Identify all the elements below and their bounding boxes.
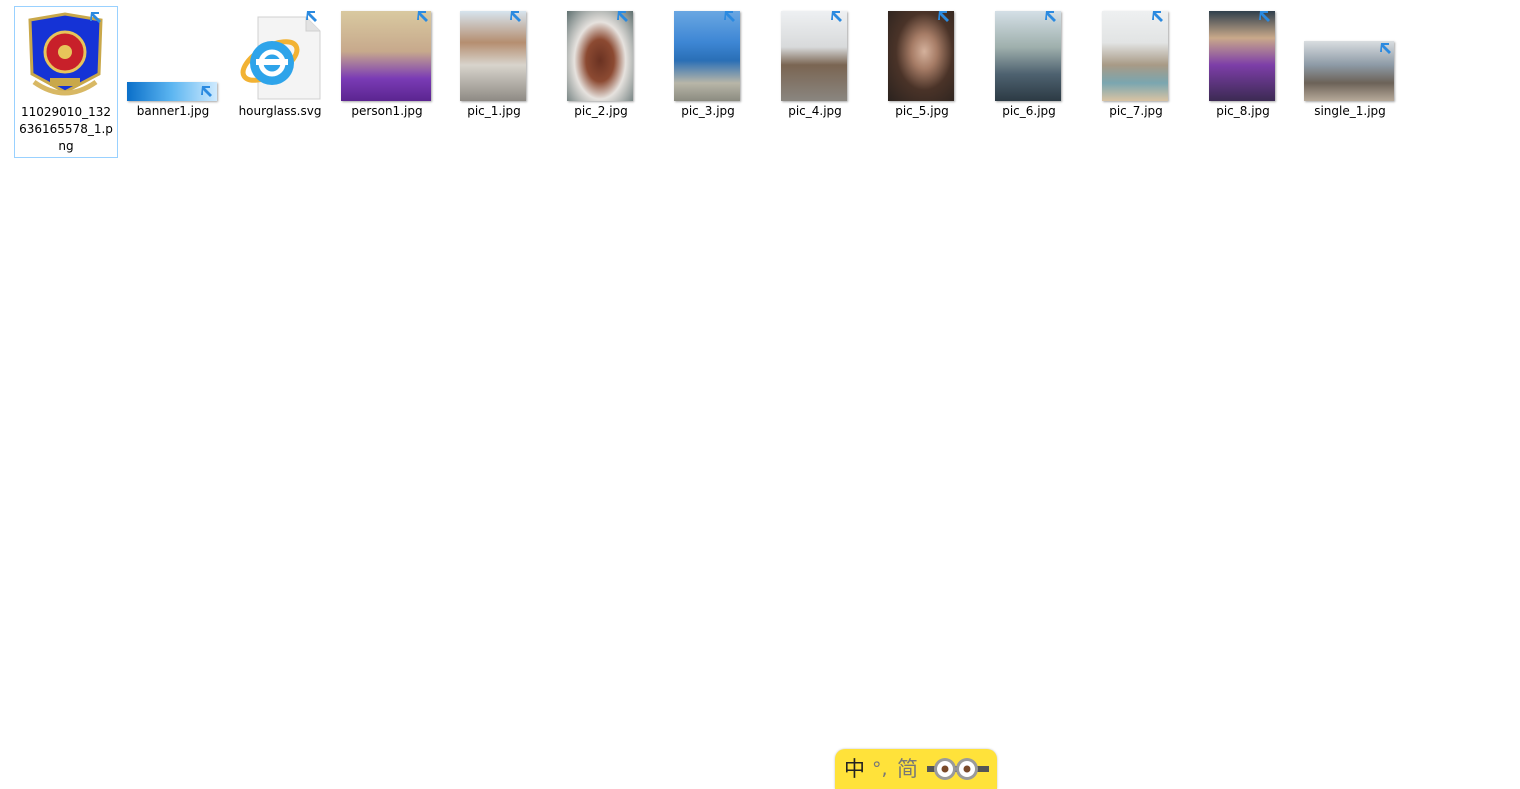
file-name-label: pic_4.jpg <box>788 104 842 118</box>
shortcut-overlay-icon <box>1257 8 1273 24</box>
person-boat-photo-thumbnail <box>1209 11 1275 101</box>
file-item[interactable]: hourglass.svg <box>228 6 332 120</box>
file-name-label: banner1.jpg <box>136 104 210 118</box>
file-item[interactable]: single_1.jpg <box>1298 6 1402 120</box>
file-name-label: person1.jpg <box>351 104 423 118</box>
shortcut-overlay-icon <box>88 9 104 25</box>
ime-toolbar[interactable]: 中 °, 简 <box>835 749 997 789</box>
file-item[interactable]: pic_5.jpg <box>870 6 974 120</box>
file-item[interactable]: person1.jpg <box>335 6 439 120</box>
file-item[interactable]: pic_7.jpg <box>1084 6 1188 120</box>
portrait-photo-thumbnail <box>888 11 954 101</box>
fjord-photo-thumbnail <box>674 11 740 101</box>
file-name-label: pic_1.jpg <box>467 104 521 118</box>
ime-mascot-icon[interactable] <box>927 755 989 787</box>
ime-script-toggle[interactable]: 简 <box>897 757 918 781</box>
file-name-label: pic_3.jpg <box>681 104 735 118</box>
file-name-label: pic_7.jpg <box>1109 104 1163 118</box>
shortcut-overlay-icon <box>508 8 524 24</box>
coast-photo-thumbnail <box>1102 11 1168 101</box>
file-name-label: pic_6.jpg <box>1002 104 1056 118</box>
file-explorer-view: 11029010_132636165578_1.png banner1.jpg <box>0 0 1520 779</box>
file-item[interactable]: 11029010_132636165578_1.png <box>14 6 118 158</box>
file-name-label: hourglass.svg <box>238 104 322 118</box>
ie-document-icon <box>234 11 324 101</box>
ime-mode-toggle[interactable]: 中 <box>844 757 865 781</box>
shortcut-overlay-icon <box>722 8 738 24</box>
file-name-label: pic_8.jpg <box>1216 104 1270 118</box>
ime-punctuation-toggle[interactable]: °, <box>872 757 888 781</box>
shortcut-overlay-icon <box>936 8 952 24</box>
file-item[interactable]: pic_3.jpg <box>656 6 760 120</box>
file-name-label: 11029010_132636165578_1.png <box>19 105 113 153</box>
shortcut-overlay-icon <box>829 8 845 24</box>
city-photo-thumbnail <box>995 11 1061 101</box>
file-item[interactable]: pic_2.jpg <box>549 6 653 120</box>
shortcut-overlay-icon <box>1150 8 1166 24</box>
shortcut-overlay-icon <box>304 8 320 24</box>
file-name-label: single_1.jpg <box>1314 104 1386 118</box>
shortcut-overlay-icon <box>415 8 431 24</box>
file-item[interactable]: pic_8.jpg <box>1191 6 1295 120</box>
file-item[interactable]: pic_1.jpg <box>442 6 546 120</box>
file-name-label: pic_2.jpg <box>574 104 628 118</box>
animal-photo-thumbnail <box>781 11 847 101</box>
file-item[interactable]: pic_4.jpg <box>763 6 867 120</box>
emblem-thumbnail <box>24 12 107 102</box>
file-item[interactable]: banner1.jpg <box>121 6 225 120</box>
steak-photo-thumbnail <box>567 11 633 101</box>
shortcut-overlay-icon <box>199 83 215 99</box>
shortcut-overlay-icon <box>1043 8 1059 24</box>
shortcut-overlay-icon <box>1378 40 1394 56</box>
file-item[interactable]: pic_6.jpg <box>977 6 1081 120</box>
file-name-label: pic_5.jpg <box>895 104 949 118</box>
person-photo-thumbnail <box>341 11 431 101</box>
road-photo-thumbnail <box>460 11 526 101</box>
shortcut-overlay-icon <box>615 8 631 24</box>
